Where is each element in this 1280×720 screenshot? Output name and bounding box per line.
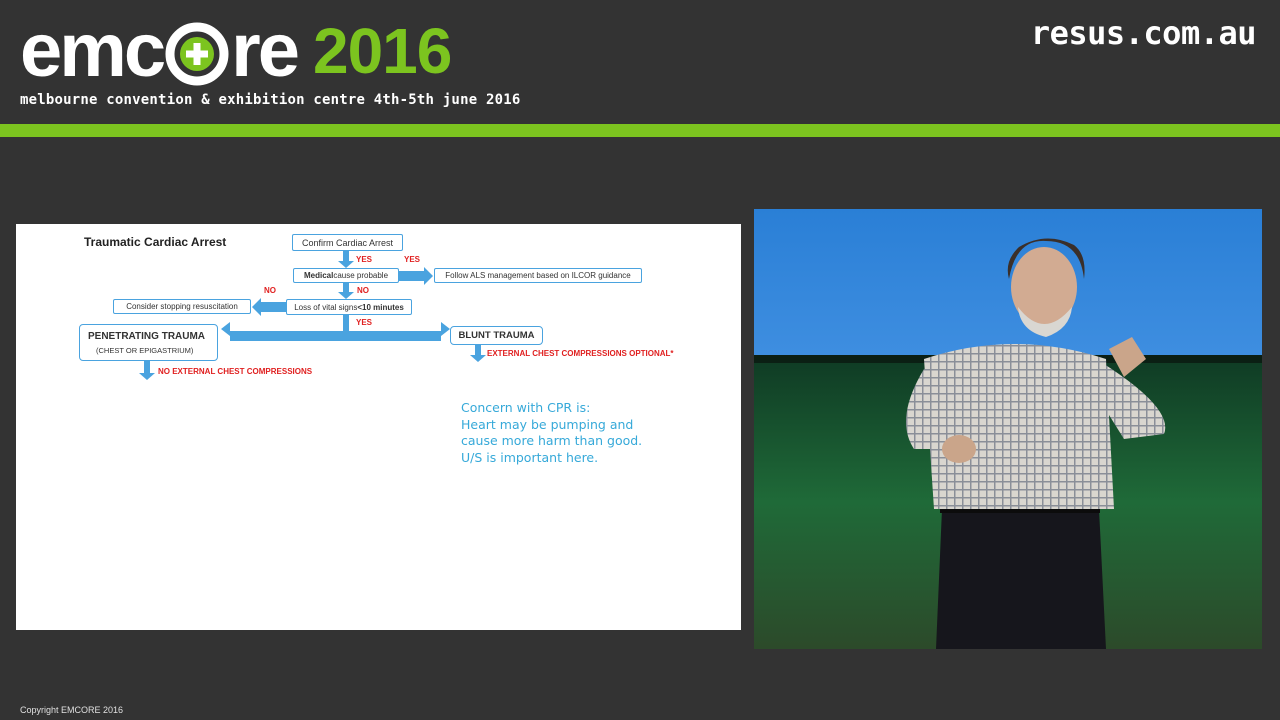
arrow-down-blunt	[470, 345, 486, 362]
vitals-prefix: Loss of vital signs	[294, 302, 358, 312]
medical-rest: cause probable	[333, 271, 389, 280]
label-optional-compressions: EXTERNAL CHEST COMPRESSIONS OPTIONAL*	[487, 349, 674, 358]
label-yes-3: YES	[356, 318, 373, 327]
logo-plus-icon	[165, 22, 229, 86]
penetrating-title: PENETRATING TRAUMA	[88, 330, 206, 342]
vitals-bold: <10 minutes	[357, 302, 404, 312]
site-url: resus.com.au	[1030, 14, 1257, 52]
arrow-right-medical	[399, 267, 433, 285]
slide-note: Concern with CPR is: Heart may be pumpin…	[461, 400, 642, 466]
box-als-management: Follow ALS management based on ILCOR gui…	[434, 268, 642, 283]
box-confirm-arrest: Confirm Cardiac Arrest	[292, 234, 403, 251]
copyright-text: Copyright EMCORE 2016	[20, 705, 124, 715]
presentation-slide: Traumatic Cardiac Arrest Confirm Cardiac…	[16, 224, 741, 630]
note-line-1: Concern with CPR is:	[461, 400, 591, 415]
medical-bold: Medical	[303, 271, 334, 280]
emcore-logo: emc re 2016	[20, 8, 452, 94]
box-consider-stopping: Consider stopping resuscitation	[113, 299, 251, 314]
speaker-video	[754, 209, 1262, 649]
penetrating-sub: (CHEST OR EPIGASTRIUM)	[96, 345, 194, 355]
label-no-1: NO	[264, 286, 276, 295]
box-loss-vitals: Loss of vital signs <10 minutes	[286, 299, 412, 315]
label-yes-1: YES	[356, 255, 373, 264]
arrow-down-medical	[338, 283, 354, 299]
box-blunt-trauma: BLUNT TRAUMA	[450, 326, 543, 345]
note-line-2: Heart may be pumping and	[461, 416, 634, 432]
logo-year: 2016	[312, 15, 452, 87]
box-medical-cause: Medical cause probable	[293, 268, 399, 283]
logo-text-left: emc	[20, 8, 166, 93]
box-penetrating-trauma: PENETRATING TRAUMA (CHEST OR EPIGASTRIUM…	[79, 324, 218, 361]
logo-wordmark: emc re	[20, 8, 300, 93]
arrow-left-vitals	[252, 298, 286, 316]
arrow-down-penetrating	[139, 361, 155, 380]
label-no-compressions: NO EXTERNAL CHEST COMPRESSIONS	[158, 367, 313, 376]
logo-text-right: re	[231, 8, 300, 93]
label-no-2: NO	[357, 286, 369, 295]
speaker-video-frame	[754, 209, 1262, 649]
arrow-trunk	[343, 315, 349, 332]
label-yes-2: YES	[404, 255, 421, 264]
note-line-4: U/S is important here.	[461, 449, 599, 465]
note-line-3: cause more harm than good.	[461, 433, 643, 448]
header-divider	[0, 124, 1280, 137]
arrow-down-confirm	[338, 251, 354, 268]
venue-text: melbourne convention & exhibition centre…	[20, 92, 521, 108]
